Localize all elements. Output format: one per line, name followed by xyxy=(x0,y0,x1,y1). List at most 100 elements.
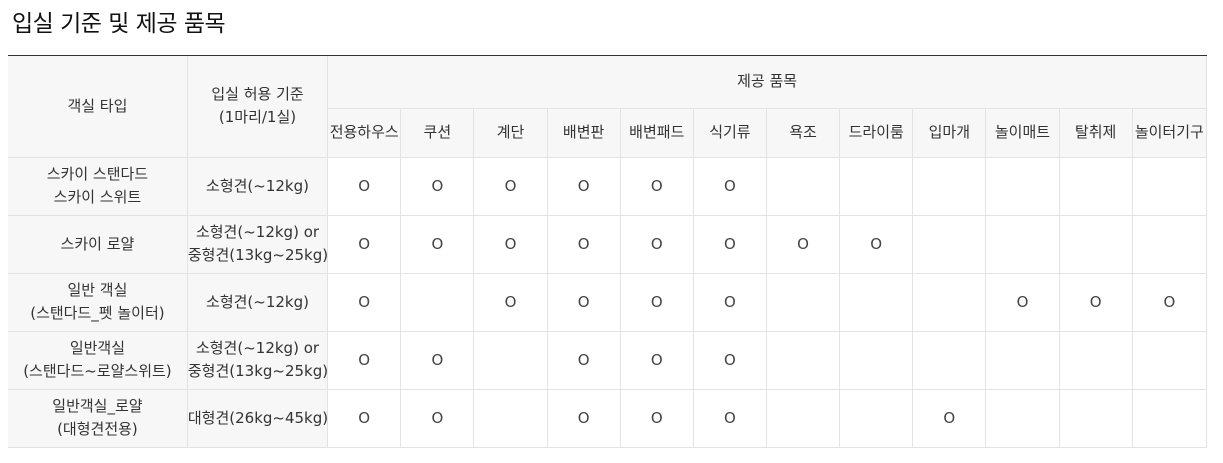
item-cell xyxy=(839,272,914,332)
provided-mark: O xyxy=(943,408,956,427)
allowance-cell: 소형견(~12kg) xyxy=(186,157,329,216)
item-cell: O xyxy=(327,214,402,274)
item-cell xyxy=(912,156,987,216)
item-cell xyxy=(1058,156,1133,216)
item-cell xyxy=(985,214,1060,274)
room-type-cell: 일반객실 (스탠다드~로얄스위트) xyxy=(8,330,188,390)
provided-mark: O xyxy=(577,350,590,369)
item-cell xyxy=(839,156,914,216)
item-cell xyxy=(765,156,841,216)
provided-mark: O xyxy=(431,408,444,427)
allowance-line: 소형견(~12kg) or xyxy=(195,339,320,357)
item-cell: O xyxy=(400,214,475,274)
item-cell: O xyxy=(619,272,694,332)
item-cell xyxy=(912,214,987,274)
room-type-line: 일반객실_로얄 xyxy=(52,397,143,415)
provided-mark: O xyxy=(358,350,371,369)
allowance-cell: 대형견(26kg~45kg) xyxy=(186,388,329,448)
item-cell xyxy=(839,330,914,390)
provided-mark: O xyxy=(650,176,663,195)
provided-mark: O xyxy=(577,292,590,311)
item-cell: O xyxy=(546,214,621,274)
item-cell xyxy=(985,330,1060,390)
item-cell: O xyxy=(692,272,767,332)
item-cell: O xyxy=(546,388,621,448)
amenities-table: 객실 타입 입실 허용 기준 (1마리/1실) 제공 품목 전용하우스 쿠션 계단 배… xyxy=(8,56,1207,448)
item-cell xyxy=(912,272,987,332)
header-item: 입마개 xyxy=(912,107,987,158)
item-cell: O xyxy=(912,388,987,448)
item-cell: O xyxy=(473,156,548,216)
provided-mark: O xyxy=(358,176,371,195)
table-row: 스카이 스탠다드스카이 스위트 소형견(~12kg) O O O O O O xyxy=(8,156,1207,216)
provided-mark: O xyxy=(724,176,736,195)
provided-mark: O xyxy=(724,234,736,253)
header-item: 배변판 xyxy=(546,107,621,158)
room-type-line: 스카이 스위트 xyxy=(53,188,142,206)
allowance-line: 소형견(~12kg) xyxy=(206,292,309,311)
item-cell xyxy=(400,272,475,332)
page-title: 입실 기준 및 제공 품목 xyxy=(12,11,226,37)
header-room-type: 객실 타입 xyxy=(8,56,188,158)
item-cell: O xyxy=(692,330,767,390)
item-cell xyxy=(985,388,1060,448)
allowance-line: 대형견(26kg~45kg) xyxy=(187,408,328,427)
room-type-cell: 일반객실_로얄 (대형견전용) xyxy=(8,388,188,448)
provided-mark: O xyxy=(797,234,809,253)
allowance-cell: 소형견(~12kg) or 중형견(13kg~25kg) xyxy=(186,330,329,390)
item-cell: O xyxy=(839,214,914,274)
provided-mark: O xyxy=(577,176,590,195)
header-item: 쿠션 xyxy=(400,107,475,158)
item-cell: O xyxy=(692,156,767,216)
provided-mark: O xyxy=(431,176,444,195)
item-cell: O xyxy=(327,272,402,332)
provided-mark: O xyxy=(504,292,517,311)
provided-mark: O xyxy=(358,292,371,311)
item-cell: O xyxy=(619,330,694,390)
header-item: 드라이룸 xyxy=(839,107,914,158)
room-type-line: (스탠다드~로얄스위트) xyxy=(23,362,172,380)
provided-mark: O xyxy=(577,234,590,253)
allowance-line: 중형견(13kg~25kg) xyxy=(187,246,328,264)
provided-mark: O xyxy=(504,234,517,253)
item-cell xyxy=(1058,214,1133,274)
room-type-line: 일반 객실 xyxy=(67,281,128,299)
provided-mark: O xyxy=(724,350,736,369)
item-cell: O xyxy=(400,388,475,448)
room-type-cell: 스카이 로얄 xyxy=(8,214,188,274)
item-cell: O xyxy=(546,156,621,216)
item-cell xyxy=(765,330,841,390)
header-item: 욕조 xyxy=(765,107,841,158)
header-item: 놀이터기구 xyxy=(1131,107,1207,158)
header-items-group: 제공 품목 xyxy=(327,56,1207,109)
item-cell: O xyxy=(473,214,548,274)
room-type-line: (대형견전용) xyxy=(57,420,138,438)
item-cell xyxy=(765,388,841,448)
item-cell: O xyxy=(327,388,402,448)
item-cell xyxy=(1131,156,1207,216)
provided-mark: O xyxy=(358,408,371,427)
room-type-line: (스탠다드_펫 놀이터) xyxy=(30,304,165,322)
provided-mark: O xyxy=(358,234,371,253)
item-cell: O xyxy=(546,330,621,390)
item-cell xyxy=(985,156,1060,216)
item-cell xyxy=(1131,330,1207,390)
header-item: 계단 xyxy=(473,107,548,158)
item-cell: O xyxy=(400,330,475,390)
allowance-line: 소형견(~12kg) xyxy=(206,176,309,195)
provided-mark: O xyxy=(431,234,444,253)
item-cell: O xyxy=(473,272,548,332)
provided-mark: O xyxy=(1163,292,1176,311)
item-cell xyxy=(839,388,914,448)
allowance-cell: 소형견(~12kg) or 중형견(13kg~25kg) xyxy=(186,214,329,274)
item-cell xyxy=(1058,330,1133,390)
provided-mark: O xyxy=(650,408,663,427)
room-type-cell: 일반 객실 (스탠다드_펫 놀이터) xyxy=(8,272,188,332)
provided-mark: O xyxy=(577,408,590,427)
provided-mark: O xyxy=(650,350,663,369)
allowance-line: 소형견(~12kg) or xyxy=(195,223,320,241)
item-cell xyxy=(1131,214,1207,274)
item-cell: O xyxy=(619,214,694,274)
provided-mark: O xyxy=(650,234,663,253)
room-type-line: 스카이 스탠다드 xyxy=(46,165,149,183)
